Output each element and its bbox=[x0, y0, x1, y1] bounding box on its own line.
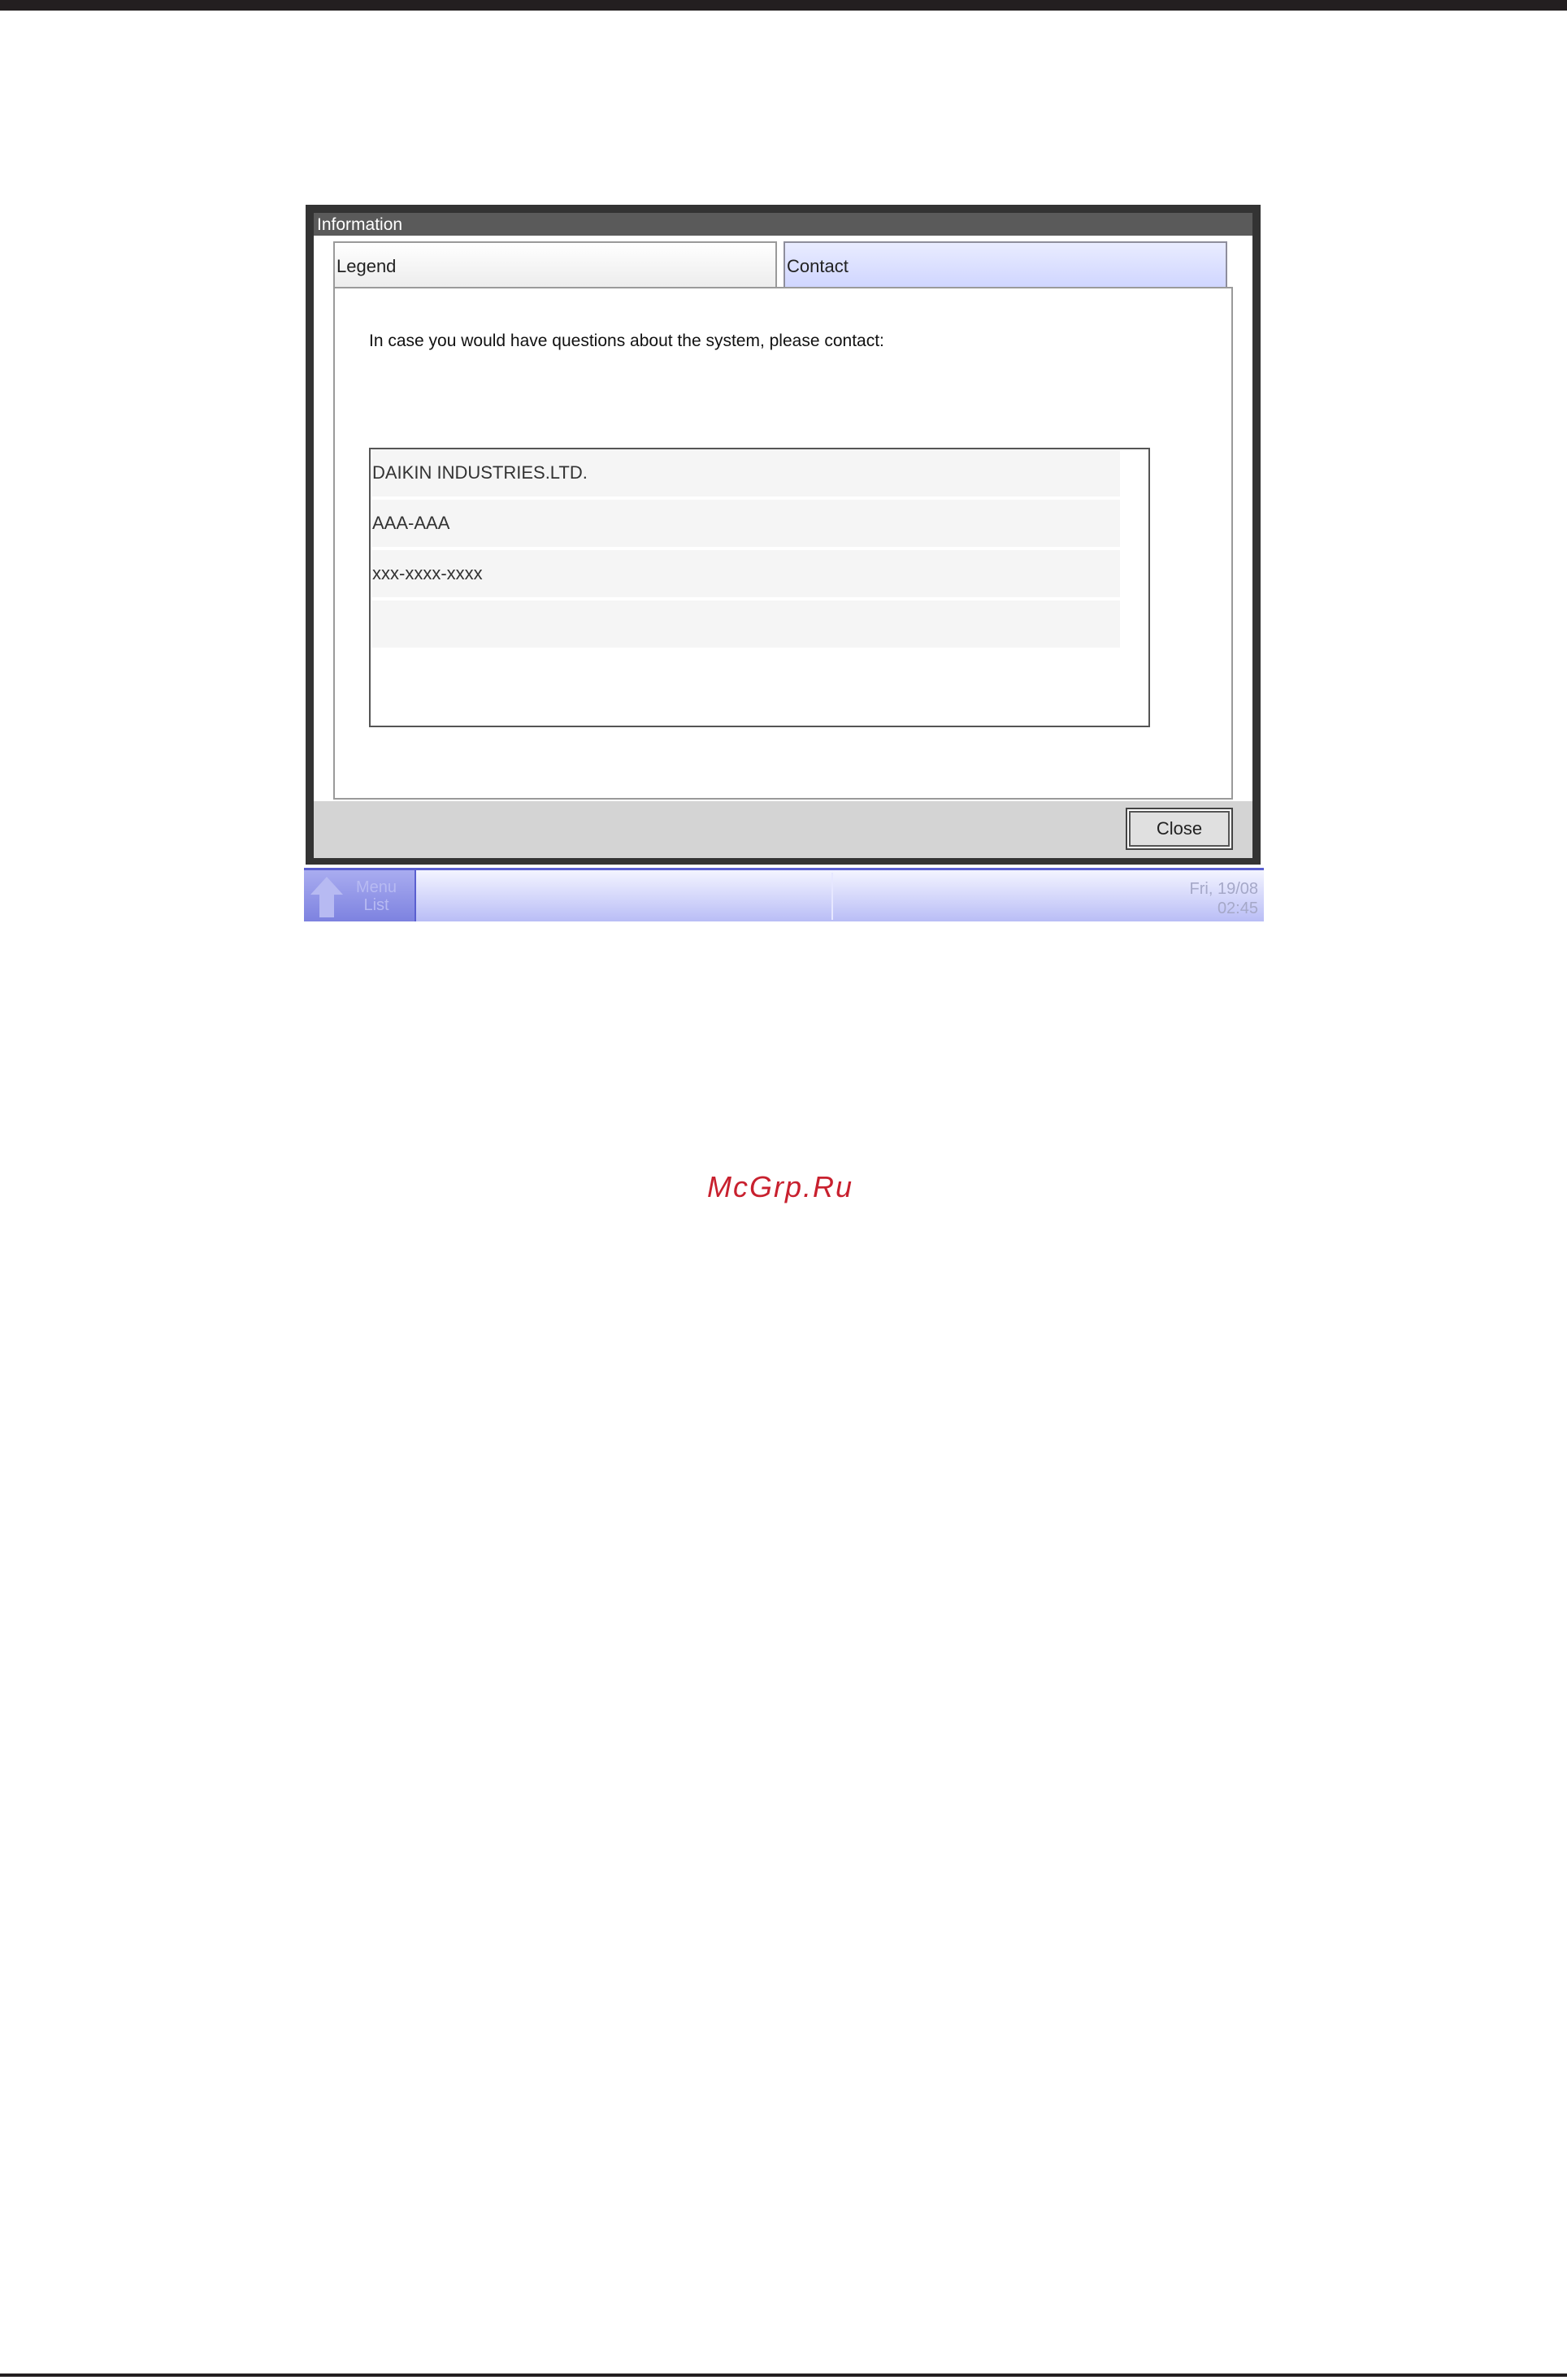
top-rule bbox=[0, 0, 1567, 11]
status-divider bbox=[831, 873, 833, 920]
tab-legend[interactable]: Legend bbox=[333, 241, 777, 288]
menu-list-label: Menu List bbox=[356, 878, 397, 914]
up-arrow-icon bbox=[309, 875, 345, 923]
contact-row-empty bbox=[372, 600, 1120, 648]
contact-info-box: DAIKIN INDUSTRIES.LTD. AAA-AAA xxx-xxxx-… bbox=[369, 448, 1150, 727]
dialog-title: Information bbox=[314, 213, 1252, 236]
dialog-footer bbox=[314, 801, 1252, 858]
contact-row-company: DAIKIN INDUSTRIES.LTD. bbox=[372, 449, 1120, 496]
menu-label-line1: Menu bbox=[356, 878, 397, 896]
contact-row-phone: xxx-xxxx-xxxx bbox=[372, 550, 1120, 597]
contact-row-address: AAA-AAA bbox=[372, 500, 1120, 547]
bottom-rule bbox=[0, 2373, 1567, 2377]
datetime-display: Fri, 19/08 02:45 bbox=[1122, 879, 1258, 918]
menu-list-button[interactable]: Menu List bbox=[304, 870, 416, 921]
date-text: Fri, 19/08 bbox=[1189, 880, 1258, 898]
status-bar bbox=[304, 868, 1264, 921]
tab-contact[interactable]: Contact bbox=[784, 241, 1227, 288]
watermark: McGrp.Ru bbox=[707, 1170, 854, 1203]
time-text: 02:45 bbox=[1217, 900, 1258, 917]
menu-label-line2: List bbox=[363, 896, 389, 914]
contact-message: In case you would have questions about t… bbox=[369, 332, 884, 350]
close-button[interactable]: Close bbox=[1126, 808, 1233, 850]
